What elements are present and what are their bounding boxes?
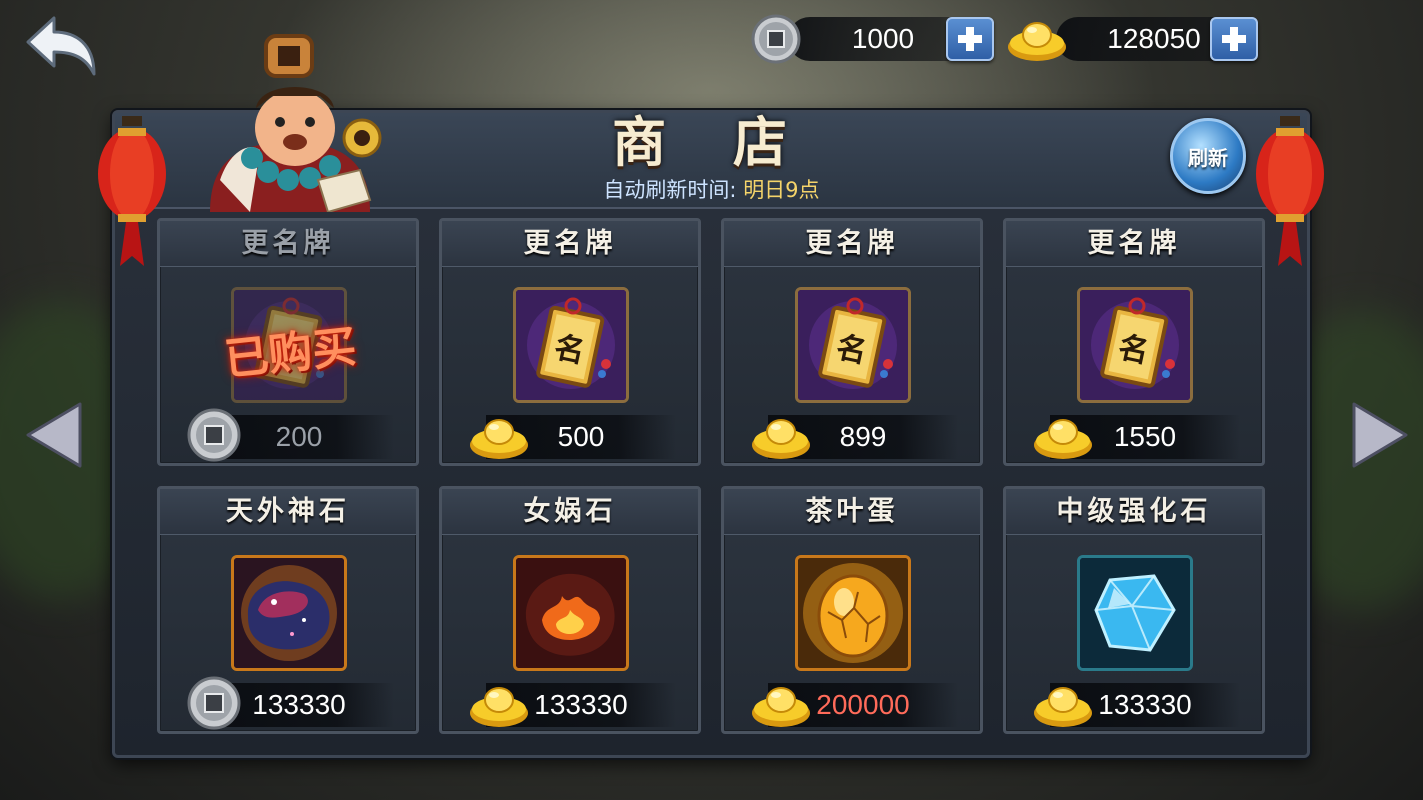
- fire-stone-icon: [513, 555, 629, 671]
- gold-ingot-icon: [1032, 407, 1094, 463]
- item-name: 茶叶蛋: [724, 489, 980, 535]
- item-name: 更名牌: [160, 221, 416, 267]
- gold-ingot-icon: [468, 407, 530, 463]
- golden-egg-icon: [795, 555, 911, 671]
- back-button[interactable]: [24, 14, 100, 80]
- add-gold-button[interactable]: [1210, 17, 1258, 61]
- name-plate-icon: 名: [513, 287, 629, 403]
- copper-coin-icon: [751, 14, 801, 64]
- copper-coin-icon: [186, 675, 248, 731]
- plus-icon: [1222, 27, 1246, 51]
- refresh-button[interactable]: 刷新: [1170, 118, 1246, 194]
- gold-ingot-icon: [750, 407, 812, 463]
- item-name: 更名牌: [724, 221, 980, 267]
- refresh-label: 自动刷新时间:: [603, 178, 737, 202]
- shop-item-card: 更名牌 名 200 已购买: [157, 218, 419, 466]
- shop-item-card[interactable]: 茶叶蛋 200000: [721, 486, 983, 734]
- shop-item-card[interactable]: 更名牌 名 899: [721, 218, 983, 466]
- copper-coin-icon: [186, 407, 248, 463]
- previous-page-arrow-icon[interactable]: [24, 400, 84, 470]
- shop-item-card[interactable]: 天外神石 133330: [157, 486, 419, 734]
- refresh-button-label: 刷新: [1188, 145, 1228, 170]
- meteorite-stone-icon: [231, 555, 347, 671]
- item-name: 中级强化石: [1006, 489, 1262, 535]
- gold-ingot-icon: [1032, 675, 1094, 731]
- shop-item-card[interactable]: 更名牌 名 500: [439, 218, 701, 466]
- gold-ingot-icon: [750, 675, 812, 731]
- name-plate-icon: 名: [1077, 287, 1193, 403]
- item-name: 更名牌: [1006, 221, 1262, 267]
- shop-item-card[interactable]: 女娲石 133330: [439, 486, 701, 734]
- plus-icon: [958, 27, 982, 51]
- back-arrow-icon: [26, 16, 96, 76]
- item-name: 天外神石: [160, 489, 416, 535]
- coin-balance: 1000: [750, 14, 978, 64]
- shop-item-card[interactable]: 中级强化石 133330: [1003, 486, 1265, 734]
- gold-ingot-icon: [1008, 22, 1066, 61]
- sold-stamp: 已购买: [222, 321, 359, 386]
- name-plate-icon: 名: [795, 287, 911, 403]
- shop-item-card[interactable]: 更名牌 名 1550: [1003, 218, 1265, 466]
- item-name: 更名牌: [442, 221, 698, 267]
- gold-ingot-icon: [468, 675, 530, 731]
- add-coin-button[interactable]: [946, 17, 994, 61]
- item-name: 女娲石: [442, 489, 698, 535]
- next-page-arrow-icon[interactable]: [1350, 400, 1410, 470]
- blue-crystal-icon: [1077, 555, 1193, 671]
- refresh-time: 明日9点: [743, 178, 820, 202]
